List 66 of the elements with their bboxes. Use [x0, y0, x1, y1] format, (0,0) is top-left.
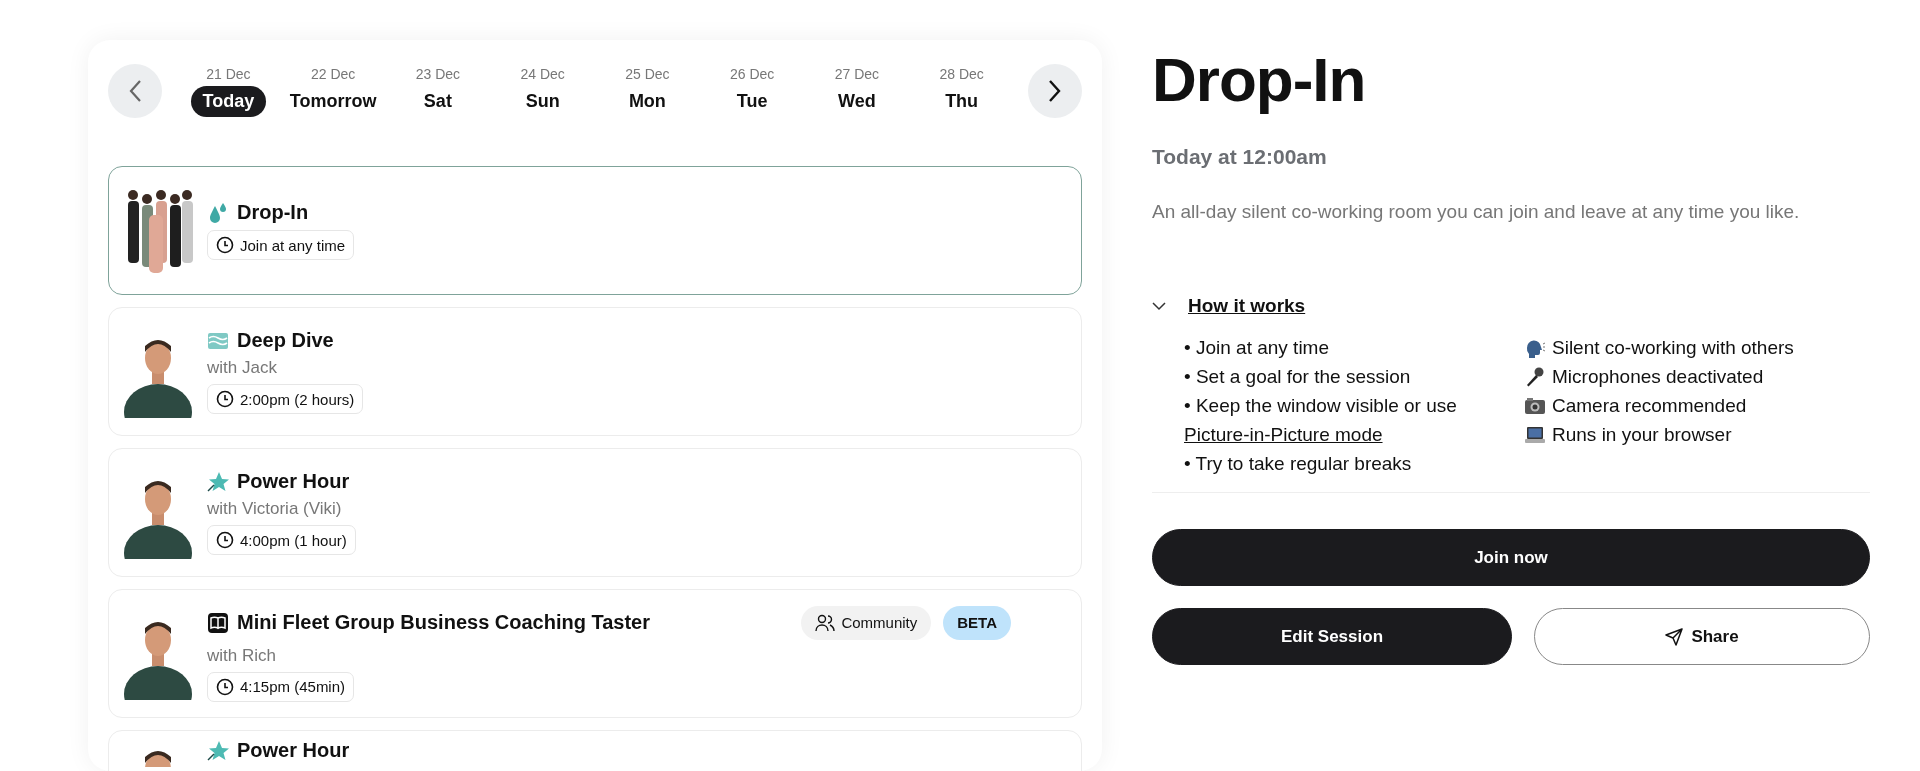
chevron-left-icon: [128, 79, 142, 103]
session-title: Drop-In: [237, 201, 309, 224]
session-host: with Jack: [207, 358, 278, 378]
send-icon: [1665, 627, 1684, 646]
how-it-works-toggle[interactable]: How it works: [1188, 295, 1306, 317]
session-card[interactable]: Deep Dive with Jack 2:00pm (2 hours): [108, 307, 1082, 436]
chevron-right-icon: [1048, 79, 1062, 103]
clock-icon: [216, 677, 234, 696]
chevron-down-icon[interactable]: [1152, 301, 1166, 311]
feature-text: Silent co-working with others: [1552, 336, 1794, 360]
clock-icon: [216, 236, 234, 254]
day-tab[interactable]: Wed: [826, 85, 888, 117]
beta-badge: BETA: [943, 605, 1011, 640]
day-tab[interactable]: Today: [190, 85, 267, 117]
droplets-icon: [207, 201, 229, 224]
join-now-button[interactable]: Join now: [1152, 529, 1870, 586]
day-tab[interactable]: Tue: [724, 85, 780, 117]
session-host: with Victoria (Viki): [207, 499, 343, 519]
feature-text: Microphones deactivated: [1552, 365, 1764, 389]
day-date: 28 Dec: [939, 65, 984, 82]
session-time: 2:00pm (2 hours): [207, 384, 364, 414]
day-date: 22 Dec: [310, 65, 356, 82]
day-tab[interactable]: Sun: [513, 85, 572, 117]
microphone-icon: [1524, 365, 1546, 388]
step-text: • Set a goal for the session: [1184, 365, 1412, 389]
picture-in-picture-link[interactable]: Picture-in-Picture mode: [1184, 420, 1524, 449]
session-card[interactable]: Power Hour with Victoria (Viki) 4:00pm (1 hour): [108, 448, 1082, 577]
session-time: 4:00pm (1 hour): [207, 525, 356, 555]
clock-icon: [216, 531, 234, 549]
feature-text: Runs in your browser: [1552, 423, 1732, 447]
session-title: Drop-In: [1152, 44, 1367, 115]
clock-icon: [216, 390, 234, 408]
book-icon: [207, 611, 229, 634]
day-tab[interactable]: Thu: [933, 85, 991, 117]
feature-text: Camera recommended: [1552, 394, 1747, 418]
star-icon: [207, 739, 229, 762]
session-card[interactable]: Drop-In Join at any time: [108, 166, 1082, 295]
day-tab[interactable]: Tomorrow: [277, 85, 389, 117]
session-description: An all-day silent co-working room you can join and leave at any time you like.: [1152, 200, 1801, 224]
session-title: Deep Dive: [237, 329, 334, 352]
session-title: Power Hour: [237, 739, 350, 762]
session-title: Power Hour: [237, 470, 350, 493]
day-date: 24 Dec: [520, 65, 565, 82]
step-text: • Join at any time: [1184, 336, 1330, 360]
day-date: 27 Dec: [834, 65, 880, 82]
community-tag: Community: [801, 605, 932, 640]
session-card[interactable]: Mini Fleet Group Business Coaching Taster Community BETA with Rich 4:15pm (45min): [108, 589, 1082, 718]
edit-session-button[interactable]: Edit Session: [1152, 608, 1512, 665]
session-host: with Rich: [207, 645, 277, 666]
day-tab[interactable]: Sat: [411, 85, 464, 117]
session-card[interactable]: Power Hour: [108, 730, 1082, 771]
day-date: 26 Dec: [729, 65, 775, 82]
day-date: 23 Dec: [415, 65, 461, 82]
session-time: 4:15pm (45min): [207, 671, 355, 702]
session-time: Join at any time: [207, 230, 355, 260]
users-icon: [815, 613, 836, 632]
step-text: • Try to take regular breaks: [1184, 452, 1413, 476]
session-time: Today at 12:00am: [1152, 145, 1328, 169]
day-date: 21 Dec: [206, 65, 251, 82]
day-date: 25 Dec: [625, 65, 670, 82]
step-text: • Keep the window visible or use: [1184, 394, 1458, 418]
session-title: Mini Fleet Group Business Coaching Taster: [237, 611, 651, 634]
share-button[interactable]: Share: [1534, 608, 1870, 665]
next-button[interactable]: [1028, 64, 1082, 118]
day-tab[interactable]: Mon: [616, 85, 678, 117]
star-icon: [207, 470, 229, 493]
